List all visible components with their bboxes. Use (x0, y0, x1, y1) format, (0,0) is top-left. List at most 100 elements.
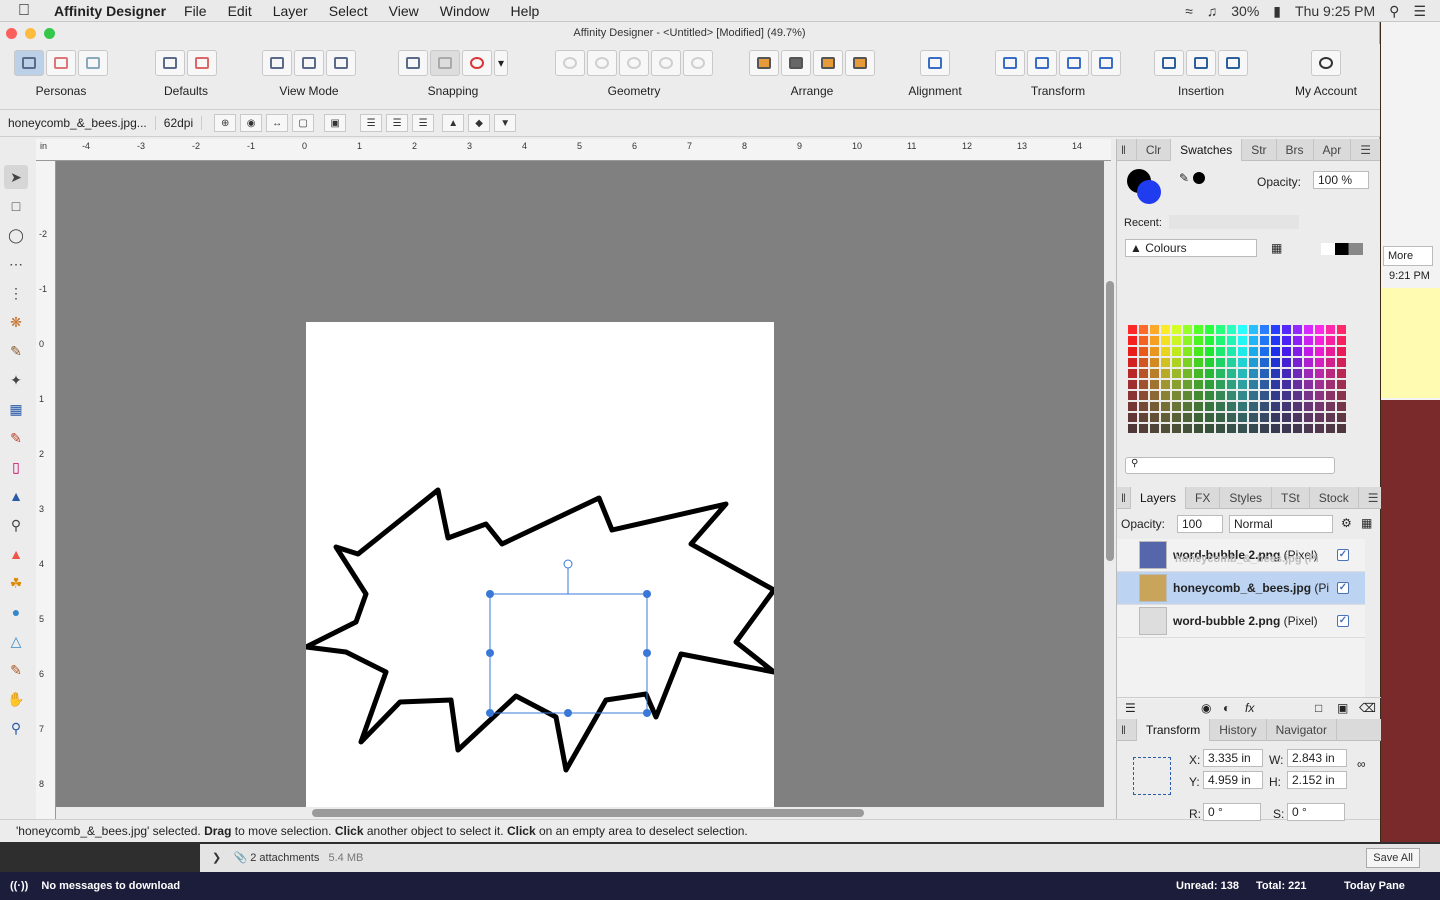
colour-swatch[interactable] (1204, 423, 1215, 434)
colour-swatch[interactable] (1193, 335, 1204, 346)
colour-swatch[interactable] (1149, 401, 1160, 412)
colour-swatch[interactable] (1336, 412, 1347, 423)
colour-swatch[interactable] (1292, 357, 1303, 368)
alignment-button[interactable] (920, 50, 950, 76)
hand-tool-icon[interactable]: ✋ (4, 687, 28, 711)
colour-swatch[interactable] (1237, 401, 1248, 412)
spotlight-icon[interactable]: ⚲ (1389, 3, 1399, 20)
colour-swatch[interactable] (1127, 346, 1138, 357)
colour-swatch[interactable] (1182, 335, 1193, 346)
colour-swatch[interactable] (1171, 346, 1182, 357)
snapping-dropdown-button[interactable]: ▾ (494, 50, 508, 76)
rotate-left-button[interactable] (1059, 50, 1089, 76)
grid-tool-icon[interactable]: ▦ (4, 397, 28, 421)
colour-swatch[interactable] (1171, 335, 1182, 346)
colour-swatch[interactable] (1314, 368, 1325, 379)
colour-swatch[interactable] (1259, 357, 1270, 368)
paint-brush-icon[interactable]: ✎ (4, 426, 28, 450)
panel-grip-icon[interactable]: ‖ (1117, 718, 1137, 741)
colour-swatch[interactable] (1160, 401, 1171, 412)
colour-swatch[interactable] (1193, 324, 1204, 335)
colour-swatch[interactable] (1303, 346, 1314, 357)
colour-swatch[interactable] (1248, 412, 1259, 423)
app-menu[interactable]: Affinity Designer (54, 3, 166, 19)
mask-icon[interactable]: ◉ (1201, 701, 1211, 715)
colour-swatch[interactable] (1292, 412, 1303, 423)
colour-swatch[interactable] (1215, 357, 1226, 368)
colour-swatch[interactable] (1193, 379, 1204, 390)
colour-swatch[interactable] (1226, 401, 1237, 412)
colour-swatch[interactable] (1204, 335, 1215, 346)
adjustment-icon[interactable]: ◐ (1223, 701, 1230, 715)
colour-swatch[interactable] (1204, 390, 1215, 401)
colour-swatch[interactable] (1193, 412, 1204, 423)
colour-swatch[interactable] (1171, 368, 1182, 379)
colour-swatch[interactable] (1303, 368, 1314, 379)
insert-behind-button[interactable] (1154, 50, 1184, 76)
tab-stock[interactable]: Stock (1310, 486, 1359, 509)
colour-swatch[interactable] (1193, 401, 1204, 412)
geometry-xor-button[interactable] (651, 50, 681, 76)
horizontal-ruler[interactable]: in -4 -3 -2 -1 0 1 2 3 4 5 6 7 8 9 10 11 12 13 14 (36, 139, 1111, 161)
colour-swatch[interactable] (1182, 368, 1193, 379)
colour-swatch[interactable] (1215, 368, 1226, 379)
layer-row[interactable]: word-bubble 2.png (Pixel) ✓ (1117, 605, 1365, 638)
tab-styles[interactable]: Styles (1220, 486, 1273, 509)
vertical-ruler[interactable]: -2 -1 0 1 2 3 4 5 6 7 8 (36, 161, 56, 819)
tab-layers[interactable]: Layers (1130, 486, 1186, 509)
colour-swatch[interactable] (1248, 423, 1259, 434)
colour-swatch[interactable] (1149, 390, 1160, 401)
y-field[interactable]: 4.959 in (1203, 771, 1263, 789)
colour-swatch[interactable] (1237, 368, 1248, 379)
document-filename[interactable]: honeycomb_&_bees.jpg... (0, 116, 156, 130)
colour-swatch[interactable] (1171, 412, 1182, 423)
current-color-dot[interactable] (1193, 172, 1205, 184)
colour-swatch[interactable] (1127, 368, 1138, 379)
colour-swatch[interactable] (1281, 357, 1292, 368)
apple-icon[interactable]:  (18, 2, 38, 20)
colour-swatch[interactable] (1149, 335, 1160, 346)
colour-swatch[interactable] (1237, 335, 1248, 346)
colour-swatch[interactable] (1226, 412, 1237, 423)
colour-swatch[interactable] (1138, 335, 1149, 346)
colour-swatch[interactable] (1215, 390, 1226, 401)
colour-swatch[interactable] (1248, 335, 1259, 346)
selection-handle[interactable] (643, 709, 651, 717)
smudge-tool-icon[interactable]: ☘ (4, 571, 28, 595)
document-page[interactable] (303, 322, 777, 807)
colour-swatch[interactable] (1160, 390, 1171, 401)
colour-swatch[interactable] (1127, 324, 1138, 335)
colour-swatch[interactable] (1127, 335, 1138, 346)
align-left-icon[interactable]: ☰ (360, 114, 383, 132)
colour-swatch[interactable] (1325, 324, 1336, 335)
colour-swatch[interactable] (1204, 368, 1215, 379)
snapping-grid-button[interactable] (398, 50, 428, 76)
colour-swatch[interactable] (1281, 390, 1292, 401)
colour-swatch[interactable] (1259, 401, 1270, 412)
vertical-scroll-thumb[interactable] (1106, 281, 1114, 561)
geometry-divide-button[interactable] (683, 50, 713, 76)
colour-swatch[interactable] (1325, 423, 1336, 434)
colour-swatch[interactable] (1303, 390, 1314, 401)
colour-swatch[interactable] (1248, 390, 1259, 401)
colour-swatch[interactable] (1303, 324, 1314, 335)
colour-swatch[interactable] (1138, 368, 1149, 379)
horizontal-scroll-thumb[interactable] (312, 809, 864, 817)
tab-navigator[interactable]: Navigator (1267, 718, 1337, 741)
tab-colour[interactable]: Clr (1137, 138, 1172, 161)
shear-field[interactable]: 0 ° (1287, 803, 1345, 821)
colour-swatch[interactable] (1160, 379, 1171, 390)
palette-select[interactable]: ▲ Colours (1125, 239, 1257, 257)
view-mode-pixel-button[interactable] (294, 50, 324, 76)
colour-swatch[interactable] (1325, 346, 1336, 357)
burn-tool-icon[interactable]: ▲ (4, 542, 28, 566)
recent-swatches[interactable] (1169, 215, 1299, 229)
arrange-back-button[interactable] (749, 50, 779, 76)
colour-swatch[interactable] (1226, 335, 1237, 346)
align-top-icon[interactable]: ▲ (442, 114, 465, 132)
colour-swatch[interactable] (1336, 346, 1347, 357)
colour-swatch[interactable] (1127, 412, 1138, 423)
colour-swatch[interactable] (1281, 401, 1292, 412)
trash-icon[interactable]: ⌫ (1359, 701, 1376, 715)
colour-swatch[interactable] (1237, 379, 1248, 390)
